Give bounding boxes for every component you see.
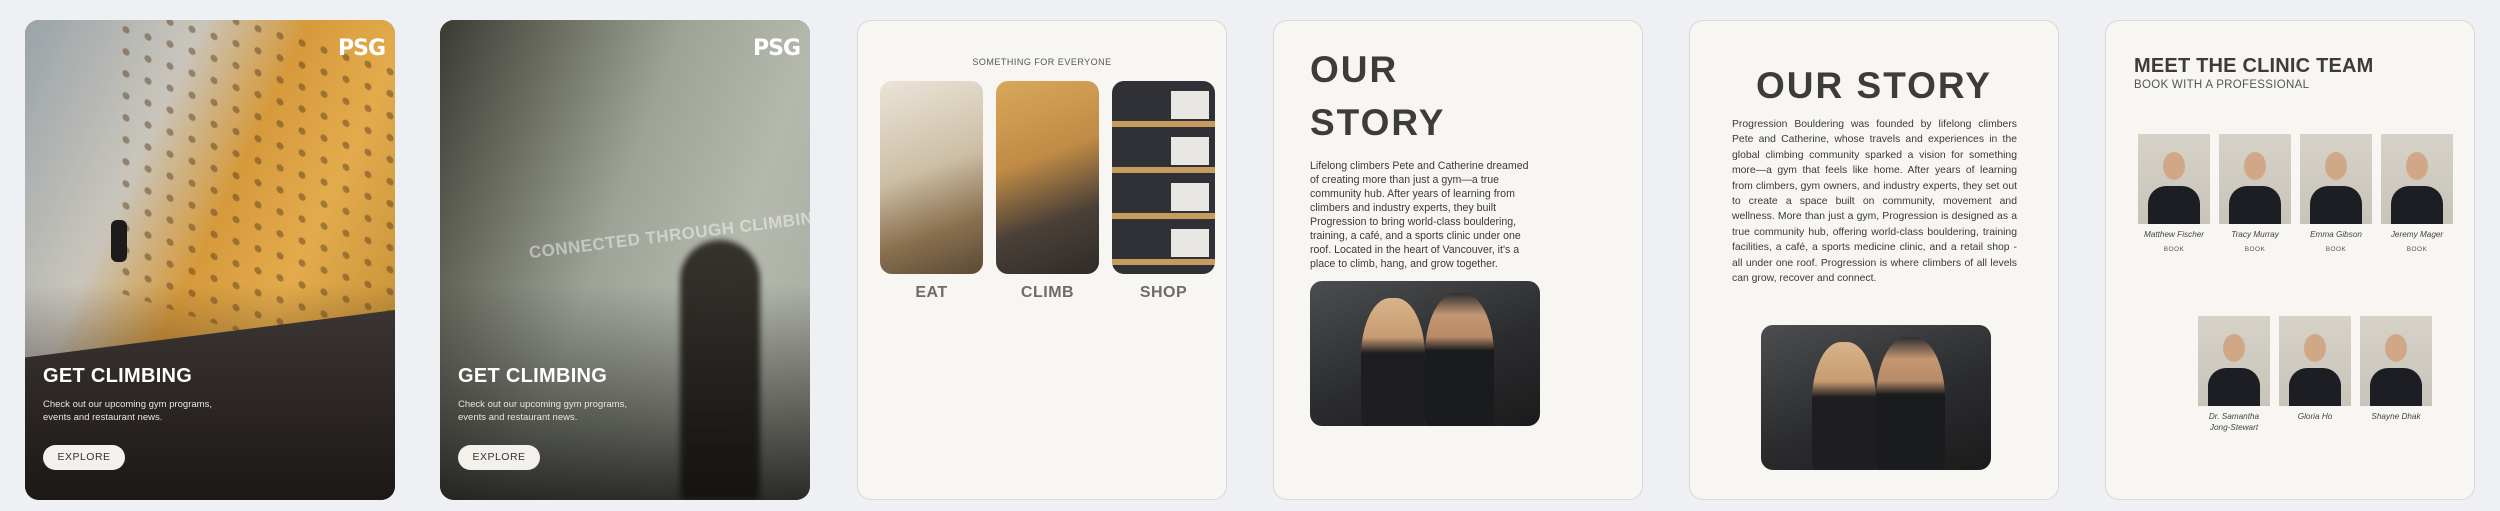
member-name: Emma Gibson — [2310, 230, 2362, 239]
founder-catherine — [1360, 298, 1425, 426]
avatar — [2138, 134, 2210, 224]
shop-label[interactable]: SHOP — [1112, 284, 1215, 302]
eat-label[interactable]: EAT — [880, 284, 983, 302]
team-member[interactable]: Matthew Fischer BOOK — [2138, 134, 2210, 253]
member-name: Jeremy Mager — [2390, 230, 2444, 239]
book-link[interactable]: BOOK — [2138, 246, 2210, 253]
story-card-short: OUR STORY Lifelong climbers Pete and Cat… — [1273, 20, 1643, 500]
avatar — [2279, 316, 2351, 406]
founder-pete — [1425, 292, 1494, 426]
climber-figure — [111, 220, 127, 262]
brand-logo[interactable]: PSG — [338, 36, 386, 61]
story-title: OUR STORY — [1310, 49, 1446, 143]
climb-label[interactable]: CLIMB — [996, 284, 1099, 302]
member-name: Tracy Murray — [2231, 230, 2279, 239]
hero-subtitle: Check out our upcoming gym programs, eve… — [43, 399, 212, 423]
founders-photo — [1761, 325, 1991, 470]
book-link[interactable]: BOOK — [2381, 246, 2453, 253]
team-member[interactable]: Emma Gibson BOOK — [2300, 134, 2372, 253]
eat-tile-image[interactable] — [880, 81, 983, 274]
avatar — [2360, 316, 2432, 406]
member-name: Gloria Ho — [2297, 412, 2333, 421]
team-member[interactable]: Jeremy Mager BOOK — [2381, 134, 2453, 253]
offerings-eyebrow: SOMETHING FOR EVERYONE — [972, 57, 1112, 67]
avatar — [2381, 134, 2453, 224]
book-link[interactable]: BOOK — [2219, 246, 2291, 253]
team-member[interactable]: Tracy Murray BOOK — [2219, 134, 2291, 253]
team-member[interactable]: Dr. Samantha Jong-Stewart — [2198, 316, 2270, 433]
climb-tile-image[interactable] — [996, 81, 1099, 274]
story-card-long: OUR STORY Progression Bouldering was fou… — [1689, 20, 2059, 500]
clinic-team-card: MEET THE CLINIC TEAM BOOK WITH A PROFESS… — [2105, 20, 2475, 500]
shop-tile-image[interactable] — [1112, 81, 1215, 274]
hero-subtitle: Check out our upcoming gym programs, eve… — [458, 399, 627, 423]
brand-logo[interactable]: PSG — [753, 36, 801, 61]
founders-photo — [1310, 281, 1540, 426]
team-title: MEET THE CLINIC TEAM — [2134, 55, 2374, 77]
story-body: Lifelong climbers Pete and Catherine dre… — [1310, 160, 1529, 270]
walking-person-figure — [680, 240, 760, 500]
team-member[interactable]: Shayne Dhak — [2360, 316, 2432, 422]
explore-button[interactable]: EXPLORE — [43, 445, 125, 470]
avatar — [2300, 134, 2372, 224]
founder-pete — [1876, 336, 1945, 470]
member-name: Dr. Samantha Jong-Stewart — [2208, 412, 2260, 432]
member-name: Shayne Dhak — [2371, 412, 2421, 421]
hero-card-2: CONNECTED THROUGH CLIMBING PSG GET CLIMB… — [440, 20, 810, 500]
offerings-card: SOMETHING FOR EVERYONE EAT CLIMB SHOP — [857, 20, 1227, 500]
hero-title: GET CLIMBING — [458, 365, 608, 387]
team-subtitle: BOOK WITH A PROFESSIONAL — [2134, 79, 2310, 91]
hero-title: GET CLIMBING — [43, 365, 193, 387]
founder-catherine — [1811, 342, 1876, 470]
book-link[interactable]: BOOK — [2300, 246, 2372, 253]
team-member[interactable]: Gloria Ho — [2279, 316, 2351, 422]
story-body: Progression Bouldering was founded by li… — [1732, 119, 2017, 285]
avatar — [2219, 134, 2291, 224]
explore-button[interactable]: EXPLORE — [458, 445, 540, 470]
hero-card-1: PSG GET CLIMBING Check out our upcoming … — [25, 20, 395, 500]
member-name: Matthew Fischer — [2143, 230, 2205, 239]
avatar — [2198, 316, 2270, 406]
story-title: OUR STORY — [1756, 65, 1992, 106]
